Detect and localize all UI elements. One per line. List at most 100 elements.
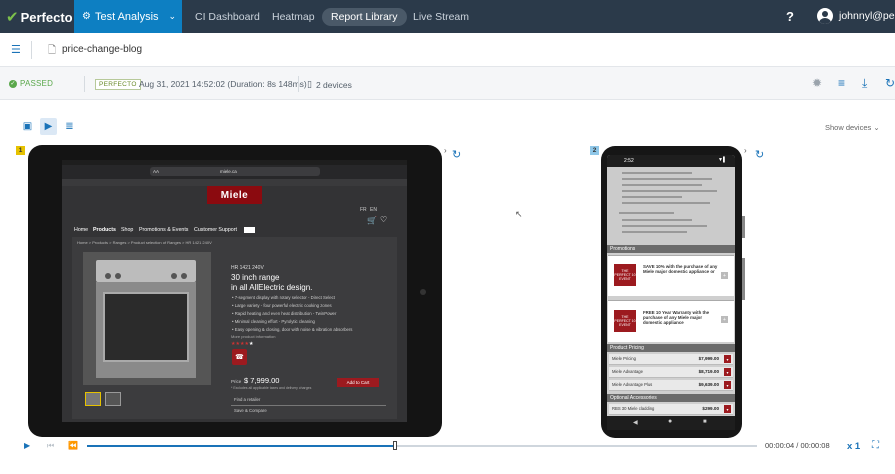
nav-ci-dashboard[interactable]: CI Dashboard [186,8,269,26]
chevron-down-icon[interactable]: ▾ [724,368,731,376]
promo-1-text: SAVE 10% with the purchase of any Miele … [643,264,718,274]
find-retailer-link[interactable]: Find a retailer [234,397,260,402]
username[interactable]: johnnyl@per... [839,10,895,22]
cart-icon[interactable]: 🛒 [367,216,377,225]
range-knob [115,273,121,279]
feature-text: 7-segment display with rotary selector -… [234,295,336,300]
thumbnail-1[interactable] [85,392,101,406]
play-icon[interactable]: ▶ [24,441,30,450]
price-row-label: Miele Advantage [612,369,643,374]
menu-customer-support[interactable]: Customer Support [194,227,237,233]
text-line [622,184,702,186]
sort-list-icon[interactable]: ≡ [838,76,845,90]
menu-promotions[interactable]: Promotions & Events [139,227,188,233]
miele-logo[interactable]: Miele [207,186,262,204]
chevron-down-icon: ⌄ [873,123,880,132]
text-line [622,172,692,174]
thumbnail-2[interactable] [105,392,121,406]
download-icon[interactable]: ⤓ [862,76,867,91]
save-compare-link[interactable]: Save & Compare [234,408,267,413]
price-row[interactable]: Miele Pricing $7,999.00 ▾ [609,354,733,365]
price-row-value: $7,999.00 [698,356,719,361]
home-icon[interactable]: ● [668,418,672,425]
text-line [622,178,712,180]
plus-icon[interactable]: + [721,272,728,279]
list-icon[interactable]: ☰ [11,43,21,56]
back-icon[interactable]: ◀ [633,419,638,426]
refresh-icon[interactable]: ↻ [885,76,895,90]
search-box[interactable] [244,227,255,233]
chevron-down-icon[interactable]: ▾ [724,355,731,363]
promotions-header: Promotions [607,245,735,253]
perfect-10-logo: THE PERFECT 10 EVENT [614,310,636,332]
text-line [622,190,717,192]
feature-1: • 7-segment display with rotary selector… [232,295,336,300]
perfecto-tag: PERFECTO [95,79,141,90]
report-header-bar: ☰ 🗋 price-change-blog [0,33,895,67]
price-label: Price [231,379,242,384]
feature-4: • Minimal cleaning effort - Pyrolytic cl… [232,319,315,324]
text-view-icon[interactable]: ≣ [61,118,78,135]
timeline-scrubber[interactable] [393,441,397,450]
price-note: * Excludes all applicable taxes and deli… [231,386,312,390]
perfecto-logo[interactable]: ✔ Perfecto [6,7,73,27]
product-title-line1: 30 inch range [231,273,280,282]
recents-icon[interactable]: ■ [703,419,707,425]
feature-text: Easy opening & closing, door with noise … [234,327,353,332]
nav-report-library[interactable]: Report Library [322,8,407,26]
text-line [619,212,674,214]
rotate-device-icon[interactable]: ↻ [452,148,461,161]
product-model: HR 1421 240V [231,265,264,271]
price-row-label: Miele Advantage Plus [612,382,653,387]
show-devices-dropdown[interactable]: Show devices ⌄ [825,123,880,132]
screenshot-view-icon[interactable]: ▣ [19,118,36,135]
video-view-icon[interactable]: ▶ [40,118,57,135]
skip-back-icon[interactable]: ⏮ [47,441,54,451]
status-badge: ✓ PASSED [9,79,53,88]
step-back-icon[interactable]: ⏪ [68,441,78,450]
run-datetime: Aug 31, 2021 14:52:02 (Duration: 8s 148m… [139,79,307,89]
phone-icon[interactable]: ☎ [232,349,247,365]
feature-text: Minimal cleaning effort - Pyrolytic clea… [234,319,315,324]
nav-heatmap[interactable]: Heatmap [263,8,324,26]
chevron-down-icon[interactable]: ▾ [724,405,731,413]
plus-icon[interactable]: + [721,316,728,323]
document-icon: 🗋 [48,45,57,56]
range-product-image[interactable] [83,252,211,385]
add-to-cart-button[interactable]: Add to Cart [337,378,379,387]
chevron-right-icon[interactable]: › [744,146,747,155]
device-count: ▯ 2 devices [307,79,352,90]
menu-home[interactable]: Home [74,227,88,233]
playback-speed[interactable]: x 1 [847,441,860,452]
browser-aa: AA [153,169,160,174]
nav-live-stream[interactable]: Live Stream [404,8,478,26]
more-info-link[interactable]: More product information [231,334,275,339]
user-avatar-icon[interactable] [817,8,833,24]
price-row-value: $9,639.00 [698,382,719,387]
product-pricing-header: Product Pricing [607,344,735,352]
mobile-device-icon: ▯ [307,79,312,89]
rotate-device-icon[interactable]: ↻ [755,148,764,161]
app-selector-test-analysis[interactable]: ⚙ Test Analysis ⌄ [74,0,182,33]
price-row[interactable]: Miele Advantage $8,719.00 ▾ [609,367,733,378]
phone-status-time: 2:52 [624,158,634,164]
lang-fr[interactable]: FR [360,207,367,213]
menu-products[interactable]: Products [93,227,116,233]
lang-en[interactable]: EN [370,207,377,213]
text-line [622,231,687,233]
optional-accessories-header: Optional Accessories [607,394,735,402]
divider [84,76,85,92]
menu-shop[interactable]: Shop [121,227,133,233]
report-name: price-change-blog [62,44,143,55]
fullscreen-icon[interactable]: ⛶ [872,440,879,451]
heart-icon[interactable]: ♡ [380,215,387,224]
playback-timestamp: 00:00:04 / 00:00:08 [765,441,830,450]
range-cooktop [96,260,196,282]
accessory-row[interactable]: RBS 30 Miele cladding $299.00 ▾ [609,404,733,415]
price-row[interactable]: Miele Advantage Plus $9,639.00 ▾ [609,380,733,391]
video-player-controls [0,437,895,474]
bug-icon[interactable]: ✹ [812,76,822,90]
chevron-down-icon[interactable]: ▾ [724,381,731,389]
help-button[interactable]: ? [786,9,794,24]
chevron-right-icon[interactable]: › [444,146,447,155]
